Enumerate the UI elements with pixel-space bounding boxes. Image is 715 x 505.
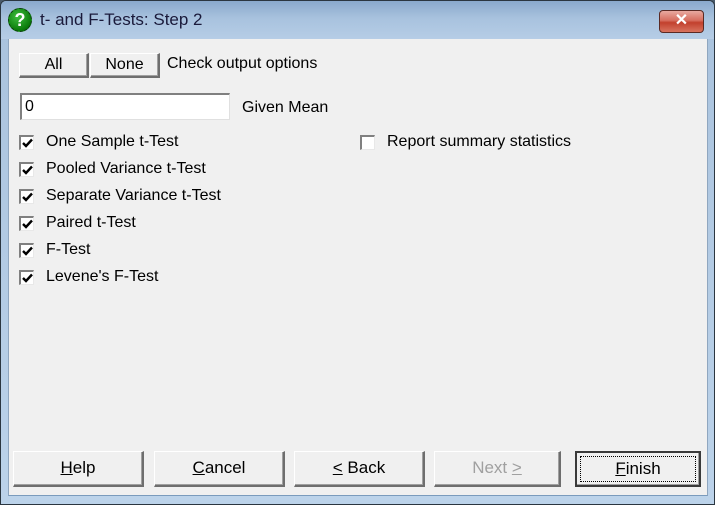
next-button[interactable]: Next > <box>434 451 561 487</box>
window-title: t- and F-Tests: Step 2 <box>40 10 203 29</box>
checkbox-label: Paired t-Test <box>46 214 136 231</box>
close-button[interactable]: ✕ <box>659 10 704 33</box>
all-button[interactable]: All <box>19 53 89 78</box>
close-icon: ✕ <box>674 12 689 29</box>
checkbox-paired-t-test[interactable]: Paired t-Test <box>19 214 136 232</box>
checkbox-levene-s-f-test[interactable]: Levene's F-Test <box>19 268 158 286</box>
checkbox-checked-icon[interactable] <box>19 161 34 177</box>
given-mean-label: Given Mean <box>242 99 329 116</box>
finish-button[interactable]: Finish <box>575 451 701 487</box>
given-mean-input[interactable]: 0 <box>20 93 230 120</box>
checkbox-one-sample-t-test[interactable]: One Sample t-Test <box>19 133 179 151</box>
checkbox-checked-icon[interactable] <box>19 215 34 231</box>
checkbox-f-test[interactable]: F-Test <box>19 241 90 259</box>
cancel-button[interactable]: Cancel <box>154 451 285 487</box>
checkbox-label: Levene's F-Test <box>46 268 159 285</box>
checkbox-checked-icon[interactable] <box>19 188 34 204</box>
dialog-client: All None Check output options 0 Given Me… <box>8 39 708 496</box>
none-button[interactable]: None <box>90 53 160 78</box>
help-button[interactable]: Help <box>13 451 144 487</box>
checkbox-unchecked-icon[interactable] <box>360 134 375 150</box>
dialog-window: ? t- and F-Tests: Step 2 ✕ All None Chec… <box>0 0 715 505</box>
checkbox-label: Pooled Variance t-Test <box>46 160 206 177</box>
focus-rectangle <box>580 456 696 482</box>
checkbox-label: Report summary statistics <box>387 133 572 150</box>
checkbox-checked-icon[interactable] <box>19 134 34 150</box>
title-bar[interactable]: ? t- and F-Tests: Step 2 ✕ <box>1 1 714 39</box>
checkbox-checked-icon[interactable] <box>19 242 34 258</box>
checkbox-pooled-variance-t-test[interactable]: Pooled Variance t-Test <box>19 160 206 178</box>
checkbox-checked-icon[interactable] <box>19 269 34 285</box>
checkbox-label: Separate Variance t-Test <box>46 187 221 204</box>
check-output-options-label: Check output options <box>167 55 318 72</box>
back-button[interactable]: < Back <box>294 451 425 487</box>
checkbox-label: F-Test <box>46 241 91 258</box>
help-question-icon: ? <box>8 8 32 32</box>
checkbox-report-summary-statistics[interactable]: Report summary statistics <box>360 133 571 151</box>
checkbox-separate-variance-t-test[interactable]: Separate Variance t-Test <box>19 187 221 205</box>
checkbox-label: One Sample t-Test <box>46 133 179 150</box>
